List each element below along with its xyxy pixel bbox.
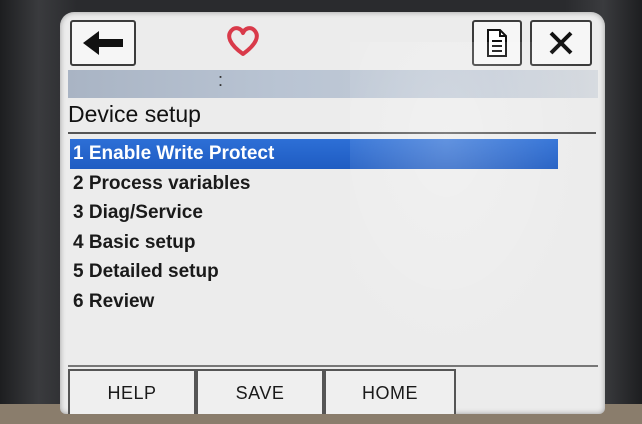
top-toolbar — [60, 12, 605, 70]
softkey-divider — [68, 365, 598, 367]
display-screen: : Device setup 1 Enable Write Protect 2 … — [60, 12, 605, 414]
close-icon — [549, 31, 573, 55]
document-button[interactable] — [472, 20, 522, 66]
heart-icon — [227, 26, 259, 56]
menu-item-detailed-setup[interactable]: 5 Detailed setup — [70, 257, 560, 287]
menu-item-process-variables[interactable]: 2 Process variables — [70, 169, 560, 199]
help-button[interactable]: HELP — [68, 369, 196, 414]
menu-item-enable-write-protect[interactable]: 1 Enable Write Protect — [70, 139, 558, 169]
page-title: Device setup — [68, 101, 201, 127]
home-button[interactable]: HOME — [324, 369, 456, 414]
title-divider — [68, 132, 596, 134]
back-button[interactable] — [70, 20, 136, 66]
status-strip: : — [68, 70, 598, 98]
left-arrow-icon — [83, 31, 123, 55]
save-button[interactable]: SAVE — [196, 369, 324, 414]
menu-item-review[interactable]: 6 Review — [70, 287, 560, 317]
close-button[interactable] — [530, 20, 592, 66]
menu-item-basic-setup[interactable]: 4 Basic setup — [70, 228, 560, 258]
menu-list: 1 Enable Write Protect 2 Process variabl… — [70, 139, 560, 316]
status-strip-text: : — [218, 70, 224, 90]
document-icon — [487, 29, 507, 57]
menu-item-diag-service[interactable]: 3 Diag/Service — [70, 198, 560, 228]
